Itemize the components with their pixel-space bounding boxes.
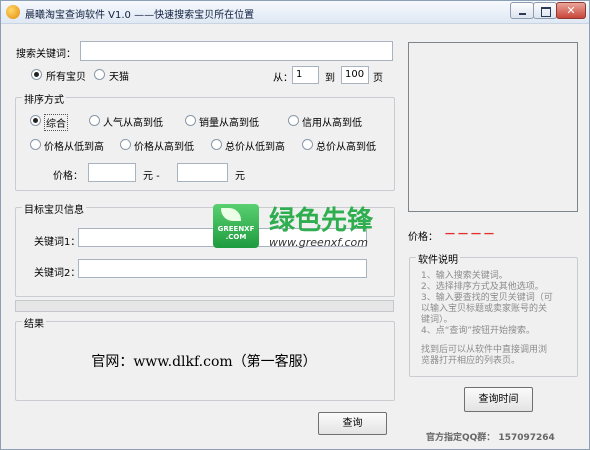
sort-label-price-asc: 价格从低到高 [44,142,104,153]
help-line: 3、输入要查找的宝贝关键词（可 [421,293,553,303]
scope-tmall-radio[interactable] [94,69,105,80]
sort-radio-credit[interactable] [288,115,299,126]
sort-radio-comprehensive[interactable] [30,115,41,126]
sort-label-price-desc: 价格从高到低 [134,142,194,153]
maximize-icon [541,7,551,17]
watermark-url: www.greenxf.com [269,236,368,249]
title-bar[interactable]: 晨曦淘宝查询软件 V1.0 ——快速搜索宝贝所在位置 ✕ [1,1,589,24]
scope-all-radio[interactable] [31,69,42,80]
page-to-label: 到 [325,73,335,84]
help-line: 览器打开相应的列表页。 [421,356,521,366]
keyword2-input[interactable] [78,259,367,278]
app-icon [6,5,20,19]
help-line: 找到后可以从软件中直接调用浏 [421,345,548,355]
keyword2-label: 关键词2： [34,268,81,279]
sort-legend: 排序方式 [22,91,66,106]
watermark-leaf-icon [221,208,241,221]
progress-bar [15,300,394,312]
price-range-label: 价格： [53,171,83,182]
query-button[interactable]: 查询 [318,412,387,435]
sort-radio-sales[interactable] [185,115,196,126]
help-line: 2、选择排序方式及其他选项。 [421,282,544,292]
page-from-label: 从： [273,73,293,84]
scope-all-label: 所有宝贝 [46,72,86,83]
product-image-area [408,42,578,212]
watermark-logo-icon: GREENXF .COM [213,204,259,248]
keyword1-label: 关键词1： [34,237,81,248]
sort-label-sales: 销量从高到低 [199,118,259,129]
watermark-title: 绿色先锋 [269,206,374,236]
maximize-button[interactable] [533,2,557,19]
qq-group-text: 官方指定QQ群： 157097264 [426,433,555,443]
sort-label-comprehensive: 综合 [44,114,68,131]
help-line: 键词）。 [421,315,453,325]
sort-label-credit: 信用从高到低 [302,118,362,129]
help-line: 以输入宝贝标题或卖家账号的关 [421,304,548,314]
price-separator-label: 元 - [143,171,160,182]
query-time-button[interactable]: 查询时间 [464,387,533,412]
watermark-logo-text: GREENXF .COM [217,225,255,241]
page-from-input[interactable]: 1 [292,66,319,84]
price-max-input[interactable] [177,163,228,182]
minimize-icon [519,13,526,15]
price-unit-label: 元 [235,171,245,182]
sort-label-popularity: 人气从高到低 [103,118,163,129]
search-keyword-label: 搜索关键词： [16,49,76,60]
window-title: 晨曦淘宝查询软件 V1.0 ——快速搜索宝贝所在位置 [25,10,255,21]
help-line: 1、输入搜索关键词。 [421,271,508,281]
price-display-label: 价格： [408,232,438,243]
search-keyword-input[interactable] [80,41,393,61]
target-legend: 目标宝贝信息 [22,201,86,216]
scope-tmall-label: 天猫 [109,72,129,83]
sort-radio-popularity[interactable] [89,115,100,126]
page-to-input[interactable]: 100 [341,66,369,84]
help-line: 4、点“查询”按钮开始搜索。 [421,326,536,336]
sort-radio-total-asc[interactable] [211,139,222,150]
price-min-input[interactable] [88,163,136,182]
sort-radio-total-desc[interactable] [302,139,313,150]
result-legend: 结果 [22,315,46,330]
sort-radio-price-asc[interactable] [30,139,41,150]
page-unit-label: 页 [373,73,383,84]
result-text: 官网：www.dlkf.com（第一客服） [91,354,317,370]
sort-label-total-asc: 总价从低到高 [225,142,285,153]
main-window: 晨曦淘宝查询软件 V1.0 ——快速搜索宝贝所在位置 ✕ 搜索关键词： 所有宝贝… [0,0,590,450]
close-icon: ✕ [566,4,576,17]
price-display-value: －－－－ [444,227,497,241]
help-legend: 软件说明 [416,251,460,266]
close-button[interactable]: ✕ [556,2,586,19]
sort-label-total-desc: 总价从高到低 [316,142,376,153]
minimize-button[interactable] [510,2,534,19]
sort-radio-price-desc[interactable] [120,139,131,150]
